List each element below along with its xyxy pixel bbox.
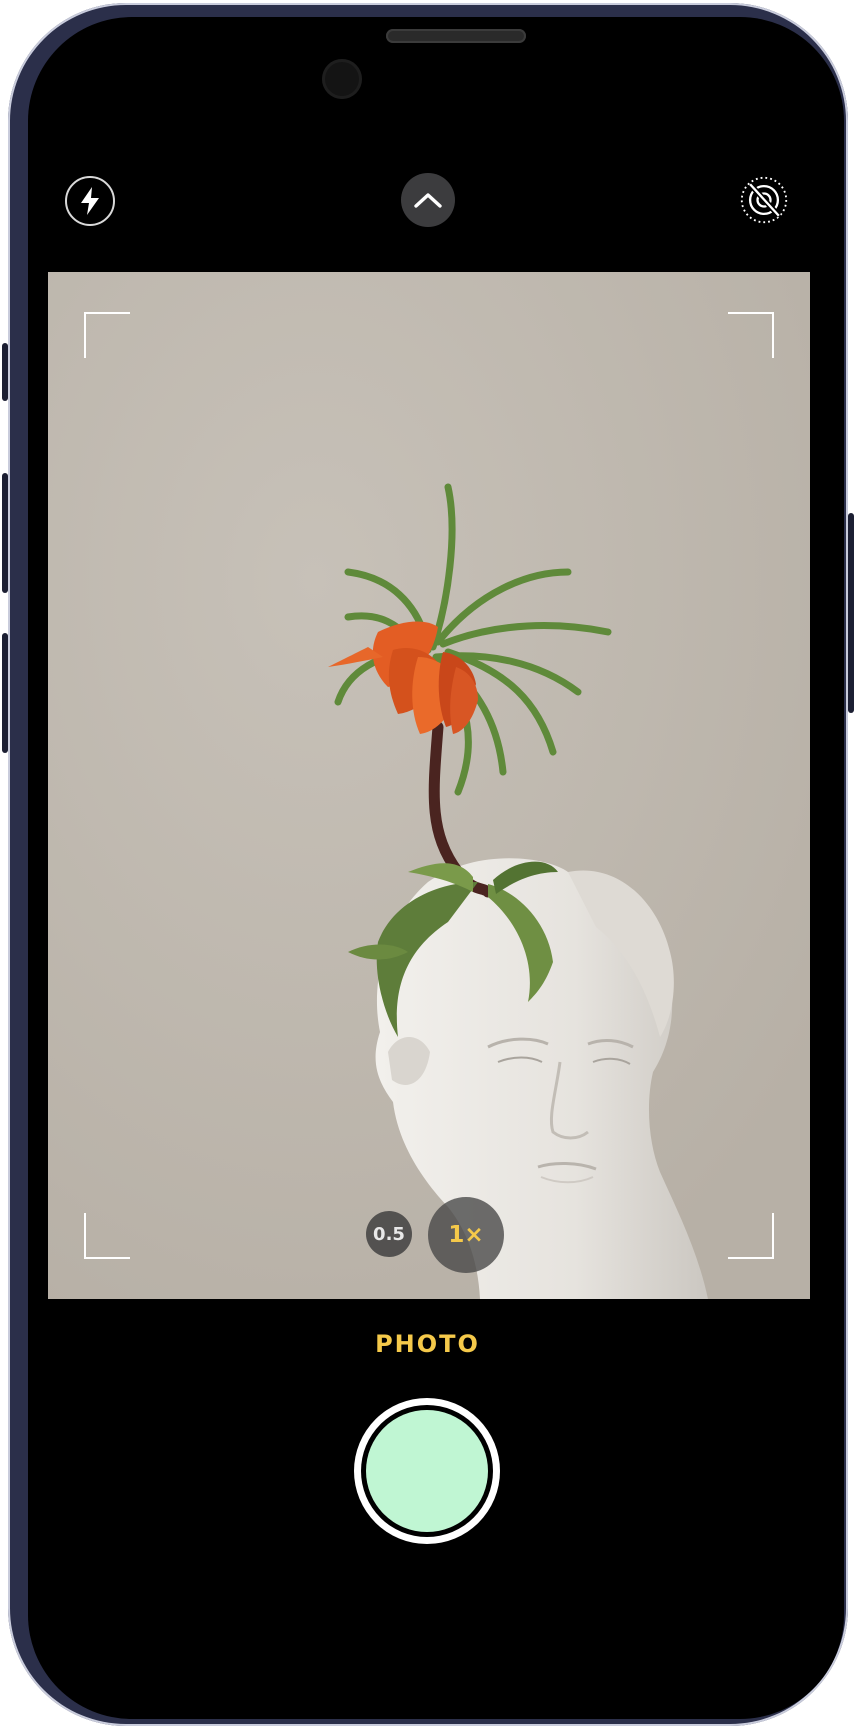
focus-frame-corner-bottom-left — [84, 1213, 130, 1259]
shutter-ring — [354, 1398, 500, 1544]
volume-up-button — [2, 473, 8, 593]
power-button — [848, 513, 854, 713]
viewfinder-scene — [48, 272, 810, 1299]
expand-controls-button[interactable] — [401, 173, 455, 227]
zoom-1x-button[interactable]: 1× — [428, 1197, 504, 1273]
focus-frame-corner-bottom-right — [728, 1213, 774, 1259]
viewfinder[interactable]: 0.5 1× — [48, 272, 810, 1299]
zoom-0-5-button[interactable]: 0.5 — [366, 1211, 412, 1257]
front-camera — [322, 59, 362, 99]
action-button — [2, 343, 8, 401]
shutter-button[interactable] — [366, 1410, 488, 1532]
flash-button[interactable] — [65, 176, 115, 226]
earpiece-speaker — [386, 29, 526, 43]
focus-frame-corner-top-left — [84, 312, 130, 358]
camera-mode-label[interactable]: PHOTO — [0, 1330, 855, 1358]
focus-frame-corner-top-right — [728, 312, 774, 358]
live-photo-button[interactable] — [739, 175, 789, 225]
live-photo-off-icon — [740, 176, 788, 224]
lightning-bolt-icon — [81, 187, 99, 215]
chevron-up-icon — [414, 193, 442, 208]
volume-down-button — [2, 633, 8, 753]
